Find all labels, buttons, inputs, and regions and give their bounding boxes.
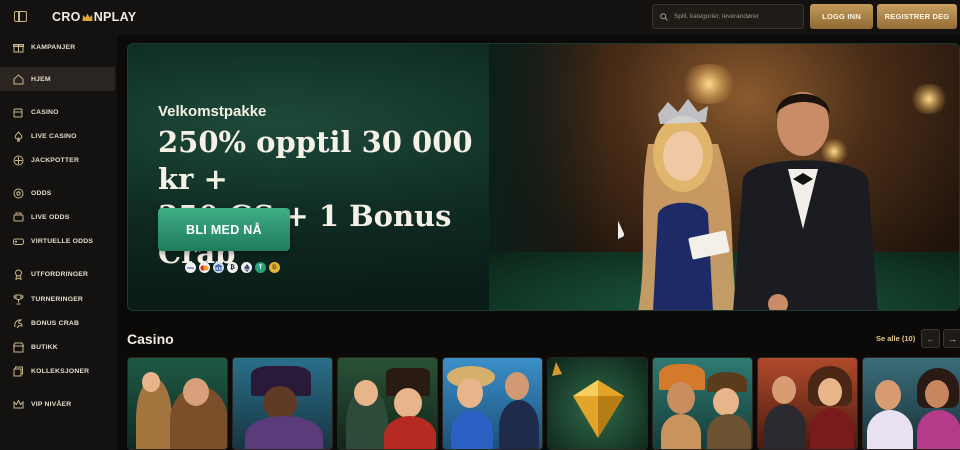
game-tile-pirate[interactable]: [232, 357, 333, 450]
tether-icon: T: [255, 262, 266, 273]
football-icon: [12, 187, 24, 199]
slot-machine-icon: [12, 106, 24, 118]
mastercard-icon: [199, 262, 210, 273]
bitcoin-icon: ₿: [227, 262, 238, 273]
collection-icon: [12, 365, 24, 377]
arrow-left-icon: ←: [926, 333, 935, 344]
top-bar: CRO NPLAY LOGG INN REGISTRER DEG: [0, 0, 960, 35]
carousel-prev-button[interactable]: ←: [921, 329, 940, 348]
game-tile-poker-couple[interactable]: [757, 357, 858, 450]
logo-text-right: NPLAY: [93, 10, 137, 24]
sidebar-item-vip-nivaer[interactable]: VIP NIVÅER: [0, 392, 115, 416]
search-icon: [660, 8, 668, 26]
home-icon: [12, 73, 24, 85]
game-tile-circus[interactable]: [337, 357, 438, 450]
gift-icon: [12, 41, 24, 53]
main-content: Velkomstpakke 250% opptil 30 000 kr + 35…: [117, 35, 960, 450]
crown-logo-icon: [82, 13, 93, 22]
casino-games-row: [127, 357, 960, 450]
register-button[interactable]: REGISTRER DEG: [877, 4, 957, 29]
game-tile-beach-couple[interactable]: [442, 357, 543, 450]
game-tile-viking[interactable]: [127, 357, 228, 450]
sidebar-item-label: UTFORDRINGER: [31, 270, 89, 278]
sidebar-item-label: LIVE CASINO: [31, 132, 77, 140]
casino-section-title: Casino: [127, 331, 174, 347]
visa-icon: VISA: [185, 262, 196, 273]
claw-icon: [12, 317, 24, 329]
live-odds-icon: [12, 211, 24, 223]
login-button[interactable]: LOGG INN: [810, 4, 873, 29]
game-tile-aztec-explorer[interactable]: [652, 357, 753, 450]
join-now-button[interactable]: BLI MED NÅ: [158, 208, 290, 251]
carousel-next-button[interactable]: →: [943, 329, 960, 348]
gentleman-illustration: [733, 92, 878, 310]
sidebar-item-label: BONUS CRAB: [31, 319, 80, 327]
bank-icon: [213, 262, 224, 273]
search-input[interactable]: [674, 13, 799, 20]
sidebar-item-kolleksjoner[interactable]: KOLLEKSJONER: [0, 359, 115, 383]
sidebar-item-live-casino[interactable]: LIVE CASINO: [0, 124, 115, 148]
crown-icon: [12, 398, 24, 410]
search-box[interactable]: [652, 4, 804, 29]
shop-icon: [12, 341, 24, 353]
game-tile-diamond[interactable]: [547, 357, 648, 450]
ethereum-icon: [241, 262, 252, 273]
jackpot-icon: [12, 154, 24, 166]
sidebar-toggle-icon[interactable]: [14, 11, 27, 22]
sidebar-item-label: KOLLEKSJONER: [31, 367, 90, 375]
dogecoin-icon: Ð: [269, 262, 280, 273]
sidebar-item-jackpotter[interactable]: JACKPOTTER: [0, 148, 115, 172]
logo-text-left: CRO: [52, 10, 81, 24]
offer-line-1: 250% opptil 30 000 kr +: [158, 125, 473, 196]
gamepad-icon: [12, 235, 24, 247]
sidebar-item-turneringer[interactable]: TURNERINGER: [0, 287, 115, 311]
sidebar-item-bonus-crab[interactable]: BONUS CRAB: [0, 311, 115, 335]
sidebar-item-butikk[interactable]: BUTIKK: [0, 335, 115, 359]
sidebar-item-label: LIVE ODDS: [31, 213, 70, 221]
sidebar-item-label: JACKPOTTER: [31, 156, 80, 164]
sidebar-item-label: VIRTUELLE ODDS: [31, 237, 94, 245]
sidebar-item-kampanjer[interactable]: KAMPANJER: [0, 35, 115, 59]
sidebar: KAMPANJER HJEM CASINO LIVE CASINO JACKPO…: [0, 35, 117, 450]
sidebar-item-label: KAMPANJER: [31, 43, 76, 51]
sidebar-item-label: HJEM: [31, 75, 51, 83]
sidebar-item-label: TURNERINGER: [31, 295, 84, 303]
spade-icon: [12, 130, 24, 142]
sidebar-item-label: CASINO: [31, 108, 59, 116]
payment-methods: VISA ₿ T Ð: [185, 262, 280, 273]
sidebar-item-virtuelle-odds[interactable]: VIRTUELLE ODDS: [0, 229, 115, 253]
medal-icon: [12, 268, 24, 280]
welcome-banner[interactable]: Velkomstpakke 250% opptil 30 000 kr + 35…: [127, 43, 960, 311]
sidebar-item-label: ODDS: [31, 189, 52, 197]
sidebar-item-label: VIP NIVÅER: [31, 400, 72, 408]
arrow-right-icon: →: [948, 333, 957, 344]
trophy-icon: [12, 293, 24, 305]
welcome-subtitle: Velkomstpakke: [158, 103, 267, 120]
sidebar-item-hjem[interactable]: HJEM: [0, 67, 115, 91]
logo[interactable]: CRO NPLAY: [52, 10, 136, 24]
sidebar-item-label: BUTIKK: [31, 343, 58, 351]
sidebar-item-utfordringer[interactable]: UTFORDRINGER: [0, 262, 115, 286]
see-all-link[interactable]: Se alle (10): [876, 334, 915, 343]
sidebar-item-odds[interactable]: ODDS: [0, 181, 115, 205]
sidebar-item-casino[interactable]: CASINO: [0, 100, 115, 124]
game-tile-magician[interactable]: [862, 357, 960, 450]
sidebar-item-live-odds[interactable]: LIVE ODDS: [0, 205, 115, 229]
